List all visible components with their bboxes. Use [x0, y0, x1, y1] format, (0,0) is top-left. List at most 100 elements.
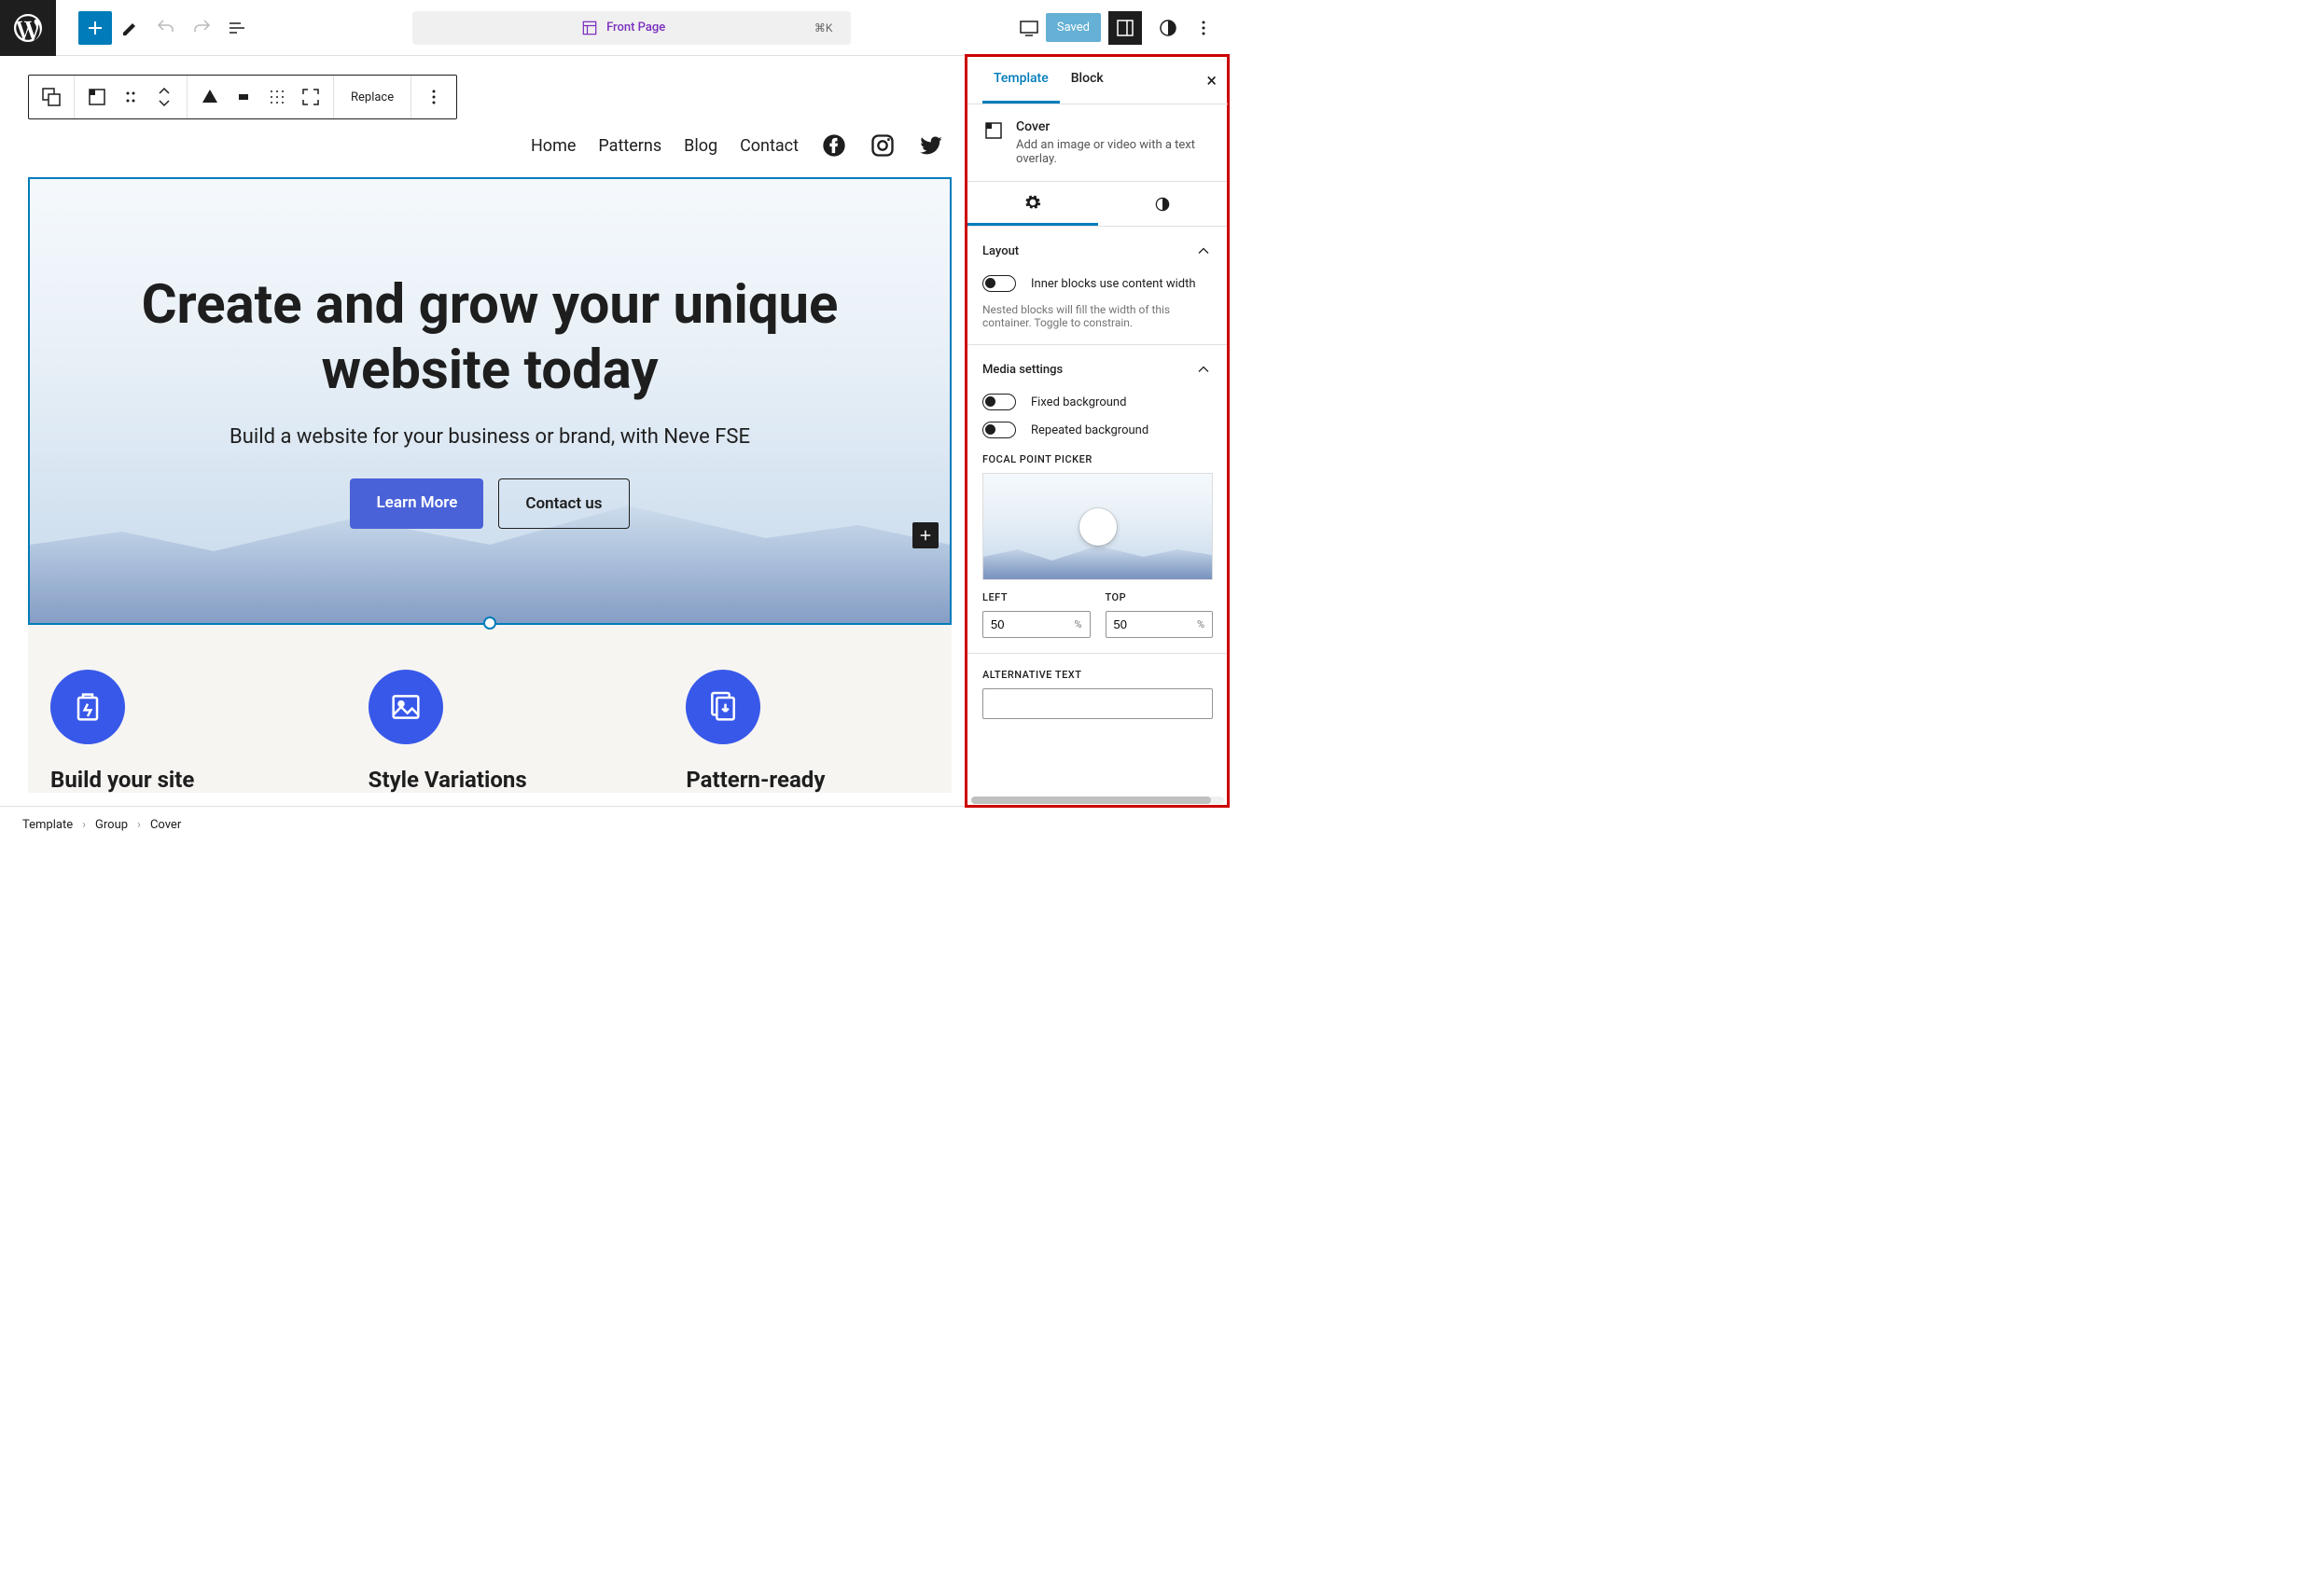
feature-title: Pattern-ready [686, 767, 929, 793]
chevron-right-icon: › [82, 818, 86, 832]
cover-buttons: Learn More Contact us [350, 478, 629, 529]
scrollbar-track[interactable] [971, 796, 1224, 804]
block-info: Cover Add an image or video with a text … [967, 104, 1228, 182]
subtab-styles[interactable] [1098, 182, 1229, 226]
cover-heading[interactable]: Create and grow your unique website toda… [67, 273, 912, 403]
saved-button[interactable]: Saved [1046, 13, 1101, 42]
nav-link-blog[interactable]: Blog [684, 136, 717, 156]
fixed-background-toggle[interactable] [982, 394, 1016, 410]
settings-panel-toggle[interactable] [1108, 11, 1142, 45]
block-more-options-icon[interactable] [417, 75, 451, 119]
more-options-icon[interactable] [1187, 11, 1220, 45]
toggle-label: Repeated background [1031, 423, 1148, 437]
unit-label: % [1074, 618, 1081, 630]
focal-top-input[interactable] [1114, 617, 1197, 631]
alt-text-input[interactable] [982, 688, 1213, 719]
chevron-up-icon [1194, 242, 1213, 260]
focal-coords: LEFT % TOP % [982, 591, 1213, 638]
download-icon [686, 670, 760, 744]
view-desktop-icon[interactable] [1012, 11, 1046, 45]
features-section: Build your site Style Variations Pattern… [28, 625, 952, 793]
main-layout: Replace Home Patterns Blog Contact Creat… [0, 56, 1228, 806]
cover-block[interactable]: Create and grow your unique website toda… [28, 177, 952, 625]
instagram-icon[interactable] [870, 132, 896, 159]
top-input-wrapper: % [1106, 611, 1214, 638]
focal-picker-label: FOCAL POINT PICKER [982, 453, 1213, 465]
feature-title: Style Variations [369, 767, 612, 793]
nav-link-patterns[interactable]: Patterns [598, 136, 661, 156]
twitter-icon[interactable] [918, 132, 944, 159]
chevron-right-icon: › [137, 818, 141, 832]
panel-header-layout[interactable]: Layout [982, 242, 1213, 260]
focal-point-picker[interactable] [982, 473, 1213, 580]
breadcrumb-item[interactable]: Cover [150, 818, 181, 832]
select-parent-icon[interactable] [35, 75, 68, 119]
panel-title: Media settings [982, 363, 1063, 377]
toggle-row-content-width: Inner blocks use content width [982, 275, 1213, 292]
shortcut-label: ⌘K [814, 21, 833, 35]
drag-handle-icon[interactable] [114, 75, 147, 119]
undo-icon[interactable] [149, 11, 183, 45]
scrollbar-thumb[interactable] [971, 796, 1211, 804]
cover-block-icon[interactable] [80, 75, 114, 119]
nav-link-contact[interactable]: Contact [740, 136, 799, 156]
redo-icon[interactable] [185, 11, 218, 45]
chevron-up-icon [1194, 360, 1213, 379]
tab-template[interactable]: Template [982, 56, 1060, 104]
block-name: Cover [1016, 119, 1213, 134]
block-description: Add an image or video with a text overla… [1016, 138, 1213, 166]
half-circle-icon [1153, 195, 1172, 214]
document-overview-icon[interactable] [220, 11, 254, 45]
panel-header-media[interactable]: Media settings [982, 360, 1213, 379]
toggle-label: Inner blocks use content width [1031, 277, 1196, 291]
panel-title: Layout [982, 244, 1019, 258]
align-icon[interactable] [193, 75, 227, 119]
close-sidebar-icon[interactable]: × [1206, 71, 1217, 90]
content-position-icon[interactable] [227, 75, 260, 119]
unit-label: % [1197, 618, 1204, 630]
facebook-icon[interactable] [821, 132, 847, 159]
alt-text-section: ALTERNATIVE TEXT [967, 654, 1228, 734]
feature-col[interactable]: Style Variations [369, 670, 612, 793]
nav-link-home[interactable]: Home [531, 136, 576, 156]
settings-sidebar: Template Block × Cover Add an image or v… [967, 56, 1228, 806]
toggle-row-fixed-bg: Fixed background [982, 394, 1213, 410]
gear-icon [1023, 193, 1042, 212]
media-settings-panel: Media settings Fixed background Repeated… [967, 345, 1228, 654]
focal-point-handle[interactable] [1079, 508, 1117, 546]
edit-tool-icon[interactable] [114, 11, 147, 45]
image-icon [369, 670, 443, 744]
alt-text-label: ALTERNATIVE TEXT [982, 669, 1213, 681]
top-label: TOP [1106, 591, 1214, 603]
replace-media-button[interactable]: Replace [340, 90, 405, 104]
focal-left-input[interactable] [991, 617, 1074, 631]
wordpress-logo[interactable] [0, 0, 56, 56]
feature-col[interactable]: Build your site [50, 670, 294, 793]
fullscreen-icon[interactable] [294, 75, 327, 119]
battery-icon [50, 670, 125, 744]
contact-us-button[interactable]: Contact us [498, 478, 629, 529]
layout-panel: Layout Inner blocks use content width Ne… [967, 227, 1228, 345]
add-block-button[interactable] [78, 11, 112, 45]
breadcrumb-item[interactable]: Group [95, 818, 128, 832]
left-input-wrapper: % [982, 611, 1091, 638]
add-inner-block-button[interactable] [912, 522, 939, 548]
feature-title: Build your site [50, 767, 294, 793]
subtab-settings[interactable] [967, 182, 1098, 226]
cover-subtitle[interactable]: Build a website for your business or bra… [230, 425, 750, 449]
sidebar-tabs: Template Block × [967, 56, 1228, 104]
move-updown-icon[interactable] [147, 75, 181, 119]
full-height-icon[interactable] [260, 75, 294, 119]
top-toolbar: Front Page ⌘K Saved [0, 0, 1228, 56]
tab-block[interactable]: Block [1060, 56, 1115, 104]
inner-blocks-width-toggle[interactable] [982, 275, 1016, 292]
styles-icon[interactable] [1151, 11, 1185, 45]
resize-handle[interactable] [483, 616, 496, 630]
toggle-row-repeated-bg: Repeated background [982, 422, 1213, 438]
learn-more-button[interactable]: Learn More [350, 478, 483, 529]
repeated-background-toggle[interactable] [982, 422, 1016, 438]
breadcrumb-item[interactable]: Template [22, 818, 73, 832]
left-label: LEFT [982, 591, 1091, 603]
feature-col[interactable]: Pattern-ready [686, 670, 929, 793]
document-title-bar[interactable]: Front Page ⌘K [412, 11, 851, 45]
